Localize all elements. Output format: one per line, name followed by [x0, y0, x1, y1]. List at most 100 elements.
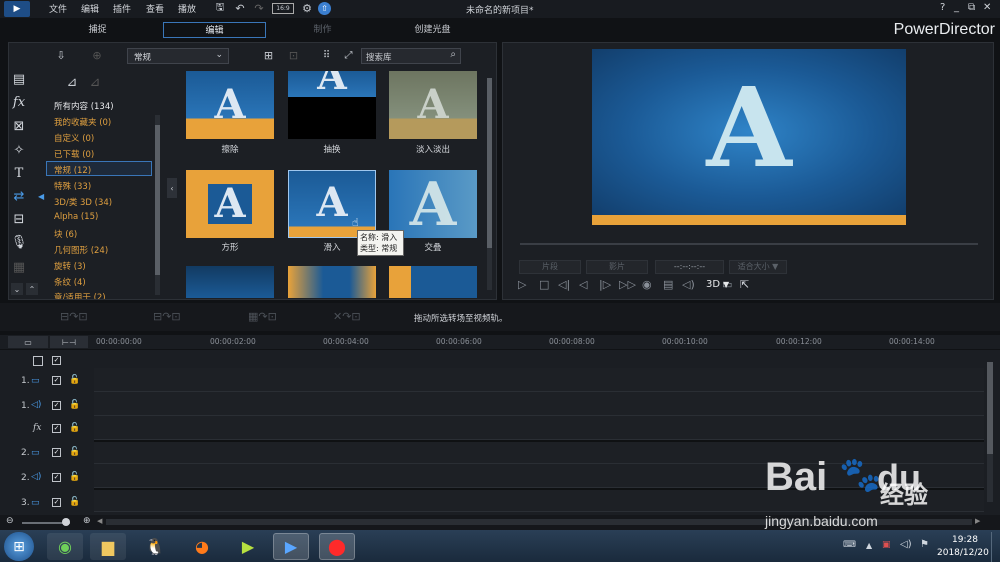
taskbar-qq-icon[interactable]: 🐧 — [137, 533, 173, 560]
tab-create-disc[interactable]: 创建光盘 — [385, 22, 480, 38]
track-enable-checkbox[interactable]: ✓ — [52, 498, 61, 507]
category-custom[interactable]: 自定义 (0) — [54, 132, 94, 144]
add-tag-icon[interactable]: ⊿ — [64, 74, 80, 90]
lock-icon[interactable]: 🔓 — [69, 423, 80, 433]
scroll-left-icon[interactable]: ◀ — [97, 517, 102, 525]
lock-icon[interactable]: 🔓 — [69, 375, 80, 385]
minimize-button[interactable]: _ — [954, 2, 959, 13]
taskbar-app-360-icon[interactable]: ◉ — [47, 533, 83, 560]
thumb-square[interactable]: A — [186, 170, 274, 238]
thumb-fade[interactable]: A — [389, 71, 477, 139]
tray-flag-icon[interactable]: ⚑ — [920, 539, 929, 550]
thumb-exchange[interactable]: A — [288, 71, 376, 139]
menu-file[interactable]: 文件 — [49, 2, 67, 15]
effect-room-icon[interactable]: fx — [9, 94, 29, 110]
fit-timeline-icon[interactable]: ⊢⊣ — [50, 336, 88, 348]
transition-postfix-icon[interactable]: ▦↷⊡ — [248, 310, 277, 323]
scroll-right-icon[interactable]: ▶ — [975, 517, 980, 525]
zoom-out-icon[interactable]: ⊖ — [6, 516, 14, 526]
expand-view-icon[interactable]: ⤢ — [342, 49, 355, 62]
category-alpha[interactable]: Alpha (15) — [54, 212, 98, 222]
thumb-overlap[interactable]: A — [389, 170, 477, 238]
timeline-ruler[interactable]: ▭ ⊢⊣ 00:00:00:00 00:00:02:00 00:00:04:00… — [0, 335, 1000, 349]
previous-frame-icon[interactable]: ◁| — [558, 278, 570, 291]
subtitle-icon[interactable]: ▤ — [663, 278, 673, 291]
lock-icon[interactable]: 🔓 — [69, 497, 80, 507]
thumb-row3-1[interactable] — [186, 266, 274, 298]
search-icon[interactable]: ⌕ — [450, 49, 456, 60]
add-favorite-icon[interactable]: ⊡ — [287, 49, 300, 62]
redo-icon[interactable]: ↷ — [253, 2, 265, 15]
category-3d[interactable]: 3D/类 3D (34) — [54, 196, 112, 208]
transition-crossfade-icon[interactable]: ✕↷⊡ — [333, 310, 361, 323]
collapse-panel-icon[interactable]: ‹ — [167, 178, 177, 198]
audio-mixing-icon[interactable]: ⊟ — [9, 211, 29, 227]
clip-mode-button[interactable]: 片段 — [519, 260, 581, 274]
expand-rooms-icon[interactable]: ⌄ — [11, 283, 23, 295]
tab-capture[interactable]: 捕捉 — [50, 22, 145, 38]
thumb-row3-3[interactable] — [389, 266, 477, 298]
save-icon[interactable]: 🖫 — [214, 2, 226, 14]
restore-button[interactable]: ⧉ — [968, 2, 975, 13]
tray-keyboard-icon[interactable]: ⌨ — [843, 540, 856, 550]
3d-mode-button[interactable]: 3D — [706, 279, 720, 290]
timeline-vertical-scrollbar[interactable] — [987, 362, 993, 502]
help-button[interactable]: ? — [940, 2, 945, 13]
enable-all-checkbox[interactable]: ✓ — [52, 356, 61, 365]
tray-volume-icon[interactable]: ◁) — [900, 539, 912, 550]
close-button[interactable]: ✕ — [983, 2, 991, 13]
lock-icon[interactable]: 🔓 — [69, 400, 80, 410]
category-stripes[interactable]: 条纹 (4) — [54, 276, 86, 288]
voice-over-icon[interactable]: 🎙 — [9, 234, 29, 250]
track-row[interactable] — [94, 416, 984, 440]
track-enable-checkbox[interactable]: ✓ — [52, 376, 61, 385]
stop-icon[interactable]: □ — [539, 278, 549, 291]
track-row[interactable] — [94, 368, 984, 392]
upgrade-icon[interactable]: ⇧ — [318, 2, 331, 15]
undo-icon[interactable]: ↶ — [234, 2, 246, 15]
tab-edit[interactable]: 编辑 — [163, 22, 266, 38]
snapshot-icon[interactable]: ◉ — [642, 278, 652, 291]
fast-forward-icon[interactable]: ▷▷ — [619, 278, 636, 291]
plugin-icon[interactable]: ⊕ — [90, 49, 104, 62]
add-to-track-icon[interactable]: ⊞ — [262, 49, 275, 62]
category-rotate[interactable]: 旋转 (3) — [54, 260, 86, 272]
tray-expand-icon[interactable]: ▲ — [866, 541, 872, 550]
category-filter-select[interactable]: 常规 ⌄ — [127, 48, 229, 64]
menu-plugins[interactable]: 插件 — [113, 2, 131, 15]
category-chapter[interactable]: 章/适用于 (2) — [54, 291, 106, 299]
taskbar-explorer-icon[interactable]: ▆ — [90, 533, 126, 560]
chapter-room-icon[interactable]: ▦ — [9, 259, 29, 275]
track-enable-checkbox[interactable]: ✓ — [52, 424, 61, 433]
storyboard-view-icon[interactable]: ▭ — [8, 336, 48, 348]
category-favorites[interactable]: 我的收藏夹 (0) — [54, 116, 111, 128]
category-block[interactable]: 块 (6) — [54, 228, 77, 240]
title-room-icon[interactable]: T — [9, 165, 29, 181]
menu-edit[interactable]: 编辑 — [81, 2, 99, 15]
category-scrollbar[interactable] — [155, 115, 160, 295]
import-media-icon[interactable]: ⇩ — [54, 49, 68, 62]
settings-gear-icon[interactable]: ⚙ — [301, 2, 313, 15]
tray-network-icon[interactable]: ▣ — [882, 540, 891, 550]
preview-scrubber[interactable] — [520, 243, 978, 245]
next-frame-icon[interactable]: |▷ — [599, 278, 611, 291]
category-downloaded[interactable]: 已下载 (0) — [54, 148, 94, 160]
taskbar-recorder-icon[interactable]: ⬤ — [319, 533, 355, 560]
3d-dropdown-icon[interactable]: ▼ — [723, 280, 729, 289]
category-geometric[interactable]: 几何图形 (24) — [54, 244, 108, 256]
fit-size-select[interactable]: 适合大小 ▼ — [729, 260, 787, 274]
clock-time[interactable]: 19:28 — [952, 535, 978, 545]
lock-icon[interactable]: 🔓 — [69, 472, 80, 482]
timecode-display[interactable]: --:--:--:-- — [655, 260, 724, 274]
aspect-ratio-icon[interactable]: 16:9 — [272, 3, 294, 14]
category-all[interactable]: 所有内容 (134) — [54, 100, 114, 112]
thumb-slide-selected[interactable]: A — [288, 170, 376, 238]
taskbar-camtasia-icon[interactable]: ▶ — [230, 533, 266, 560]
tab-produce[interactable]: 制作 — [275, 22, 370, 38]
delete-tag-icon[interactable]: ⊿ — [87, 74, 103, 90]
track-row[interactable] — [94, 392, 984, 416]
volume-icon[interactable]: ◁) — [682, 278, 695, 291]
start-button-icon[interactable]: ⊞ — [4, 532, 34, 561]
grid-view-icon[interactable]: ⠿ — [320, 49, 333, 62]
thumb-wipe[interactable]: A — [186, 71, 274, 139]
